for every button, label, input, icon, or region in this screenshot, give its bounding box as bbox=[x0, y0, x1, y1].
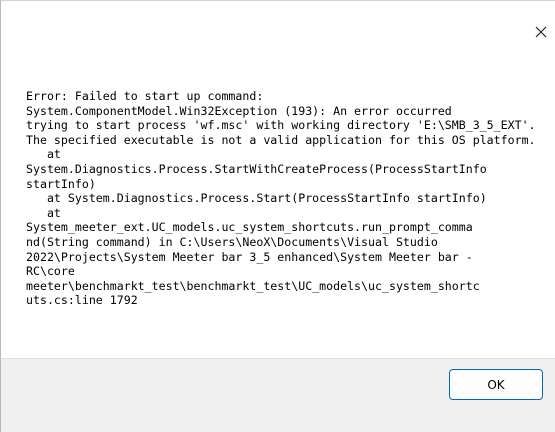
message-line: System.Diagnostics.Process.StartWithCrea… bbox=[26, 161, 487, 176]
message-line: Error: Failed to start up command: bbox=[26, 89, 264, 103]
message-line: The specified executable is not a valid … bbox=[26, 132, 536, 147]
message-line: trying to start process 'wf.msc' with wo… bbox=[26, 118, 536, 133]
message-line: at bbox=[26, 147, 61, 162]
message-line: 2022\Projects\System Meeter bar 3_5 enha… bbox=[26, 249, 473, 264]
message-line: nd(String command) in C:\Users\NeoX\Docu… bbox=[26, 234, 438, 249]
ok-button[interactable]: OK bbox=[449, 369, 543, 400]
message-line: at System.Diagnostics.Process.Start(Proc… bbox=[26, 191, 487, 206]
message-area: Error: Failed to start up command: Syste… bbox=[0, 66, 555, 358]
close-icon bbox=[535, 26, 547, 38]
message-line: startInfo) bbox=[26, 176, 96, 191]
error-dialog: Error: Failed to start up command: Syste… bbox=[0, 0, 555, 432]
message-line: System.ComponentModel.Win32Exception (19… bbox=[26, 103, 452, 118]
message-line: at bbox=[26, 205, 61, 220]
error-message: Error: Failed to start up command: Syste… bbox=[26, 89, 536, 308]
close-button[interactable] bbox=[527, 18, 555, 46]
message-line: uts.cs:line 1792 bbox=[26, 293, 138, 308]
message-line: RC\core bbox=[26, 264, 75, 279]
message-line: System_meeter_ext.UC_models.uc_system_sh… bbox=[26, 220, 473, 235]
title-bar bbox=[0, 0, 555, 66]
message-line: meeter\benchmarkt_test\benchmarkt_test\U… bbox=[26, 278, 480, 293]
button-bar: OK bbox=[0, 358, 555, 432]
